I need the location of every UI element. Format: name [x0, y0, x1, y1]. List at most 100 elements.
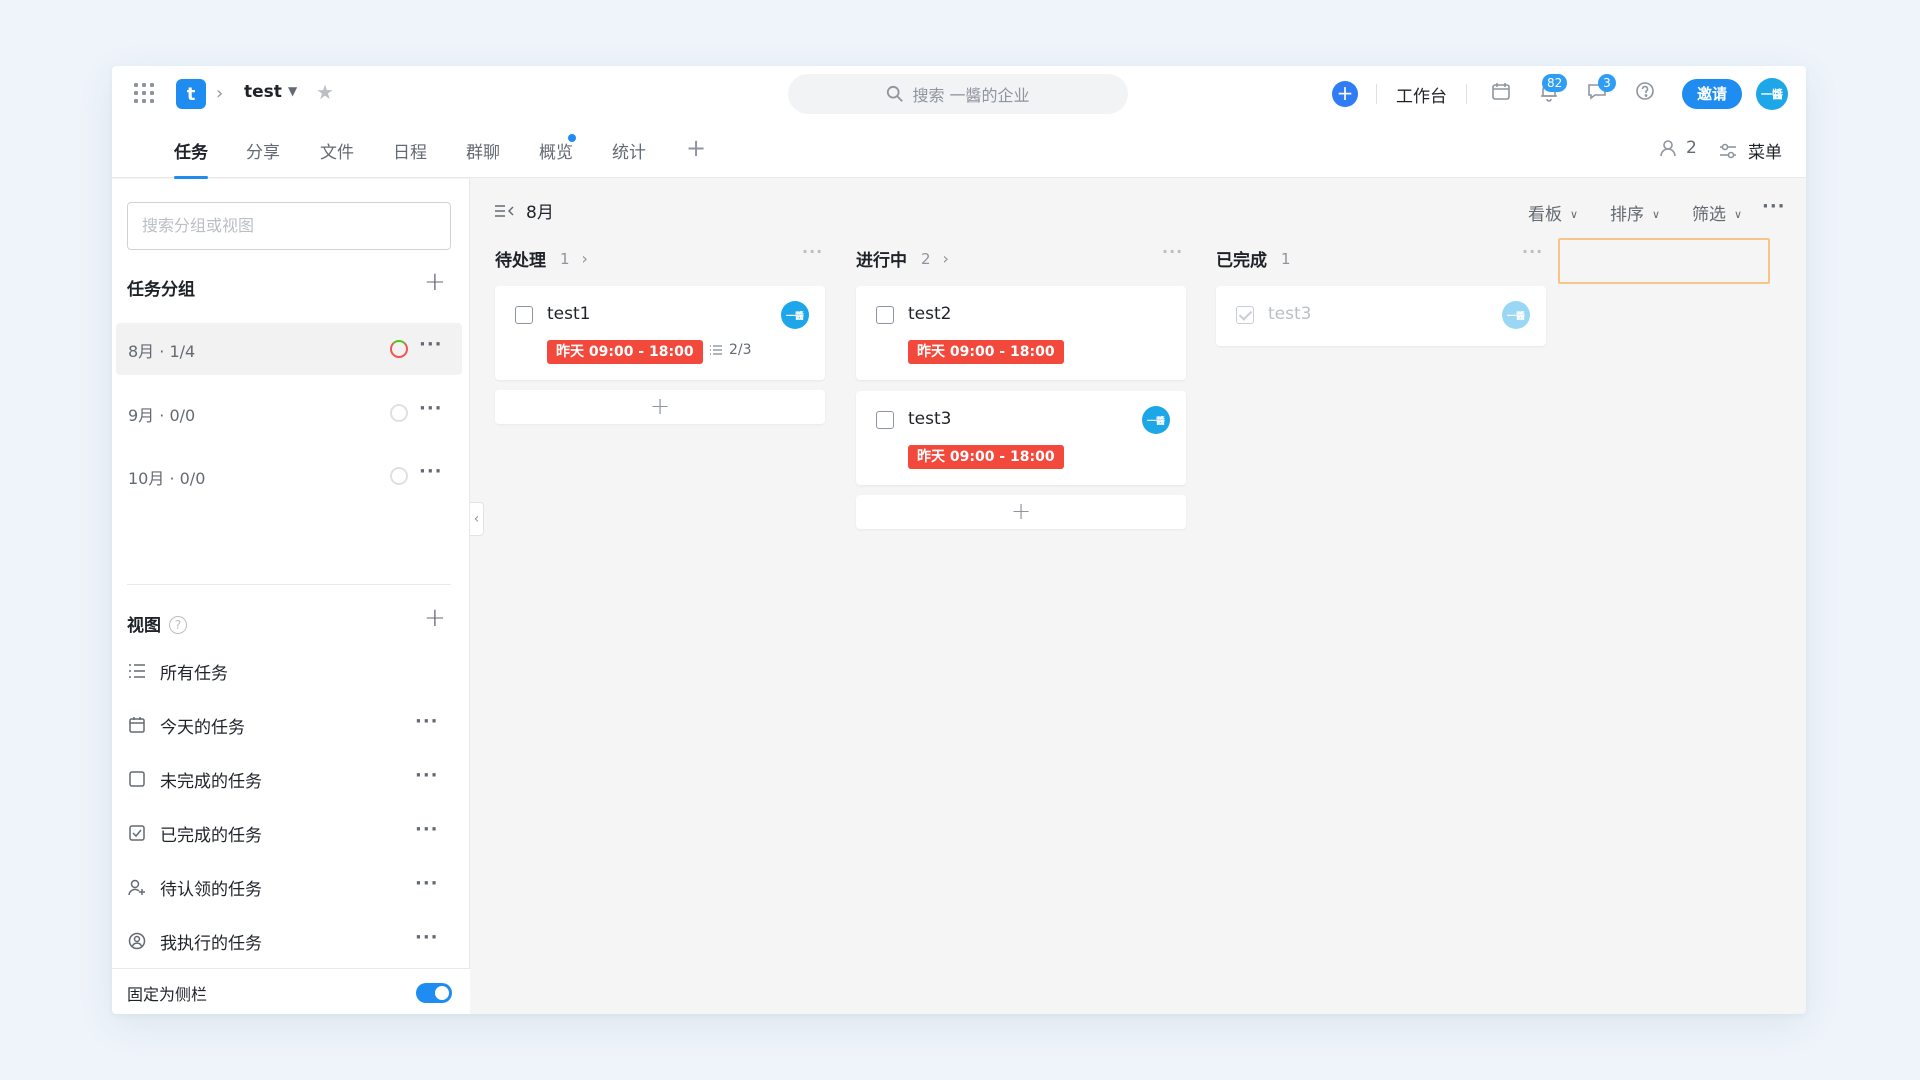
assignee-avatar[interactable]: 一醬 — [1142, 406, 1170, 434]
invite-button[interactable]: 邀请 — [1682, 79, 1742, 109]
group-search-input[interactable]: 搜索分组或视图 — [127, 202, 451, 250]
group-row-september[interactable]: 9月 · 0/0 ··· — [116, 387, 462, 439]
global-search[interactable]: 搜索 一醬的企业 — [788, 74, 1128, 114]
more-icon[interactable]: ··· — [419, 461, 443, 482]
filter-dropdown[interactable]: 筛选 ∨ — [1692, 200, 1742, 225]
view-all-tasks[interactable]: 所有任务 — [127, 655, 457, 687]
view-incomplete[interactable]: 未完成的任务 ··· — [127, 763, 457, 795]
view-label: 所有任务 — [160, 663, 228, 684]
members-button[interactable]: 2 — [1658, 138, 1697, 158]
board-group-switcher[interactable]: 8月 — [494, 198, 554, 223]
list-icon — [127, 661, 147, 681]
group-label: 10月 · 0/0 — [128, 469, 206, 488]
add-view-icon[interactable]: + — [424, 603, 446, 633]
sidebar-divider — [127, 584, 451, 585]
task-checkbox[interactable] — [876, 306, 894, 324]
sidebar: 搜索分组或视图 任务分组 + 8月 · 1/4 ··· 9月 · 0/0 ···… — [112, 179, 470, 1014]
user-avatar[interactable]: 一醬 — [1756, 78, 1788, 110]
create-button[interactable]: + — [1332, 81, 1358, 107]
task-card[interactable]: test3 一醬 昨天 09:00 - 18:00 — [856, 391, 1186, 485]
pin-sidebar-label: 固定为侧栏 — [127, 985, 208, 1004]
task-card[interactable]: test2 昨天 09:00 - 18:00 — [856, 286, 1186, 380]
column-more-icon[interactable]: ··· — [802, 242, 823, 261]
more-icon[interactable]: ··· — [419, 398, 443, 419]
project-logo[interactable]: t — [176, 79, 206, 109]
project-name[interactable]: test — [244, 82, 282, 102]
menu-button[interactable]: 菜单 — [1718, 138, 1782, 163]
task-checkbox[interactable] — [876, 411, 894, 429]
board-group-title: 8月 — [526, 203, 554, 223]
view-completed[interactable]: 已完成的任务 ··· — [127, 817, 457, 849]
pin-sidebar-bar: 固定为侧栏 — [112, 968, 470, 1014]
task-checkbox[interactable] — [515, 306, 533, 324]
column-header-done[interactable]: 已完成 1 — [1216, 246, 1291, 272]
chevron-right-icon[interactable]: › — [582, 249, 588, 268]
column-count: 2 — [921, 249, 931, 268]
chevron-right-icon[interactable]: › — [943, 249, 949, 268]
workbench-link[interactable]: 工作台 — [1396, 82, 1447, 107]
collapse-list-icon — [495, 204, 514, 217]
top-bar: t › test ▼ ★ 搜索 一醬的企业 + 工作台 82 3 邀请 一醬 — [112, 66, 1806, 122]
group-row-october[interactable]: 10月 · 0/0 ··· — [116, 450, 462, 502]
tab-schedule[interactable]: 日程 — [393, 138, 427, 163]
new-column-input[interactable] — [1558, 238, 1770, 284]
tab-files[interactable]: 文件 — [320, 138, 354, 163]
help-icon[interactable] — [1634, 80, 1660, 106]
view-unclaimed[interactable]: 待认领的任务 ··· — [127, 871, 457, 903]
add-task-button[interactable]: + — [856, 495, 1186, 529]
board-more-icon[interactable]: ··· — [1762, 196, 1786, 217]
assignee-avatar[interactable]: 一醬 — [781, 301, 809, 329]
add-tab-icon[interactable]: + — [686, 134, 706, 162]
task-card[interactable]: test1 一醬 昨天 09:00 - 18:00 2/3 — [495, 286, 825, 380]
search-placeholder: 搜索 一醬的企业 — [912, 86, 1030, 105]
filter-label: 筛选 — [1692, 205, 1726, 225]
group-label: 9月 · 0/0 — [128, 406, 196, 425]
apps-grid-icon[interactable] — [134, 83, 154, 103]
task-title: test3 — [1268, 304, 1312, 324]
calendar-icon — [127, 715, 147, 735]
calendar-icon[interactable] — [1490, 80, 1516, 106]
sort-dropdown[interactable]: 排序 ∨ — [1610, 200, 1660, 225]
messages-badge: 3 — [1598, 74, 1616, 92]
more-icon[interactable]: ··· — [415, 873, 439, 894]
caret-down-icon[interactable]: ▼ — [288, 84, 297, 98]
column-more-icon[interactable]: ··· — [1522, 242, 1543, 261]
chevron-down-icon: ∨ — [1570, 208, 1579, 221]
tab-overview[interactable]: 概览 — [539, 138, 573, 163]
divider — [1376, 84, 1377, 104]
pin-sidebar-toggle[interactable] — [416, 983, 452, 1003]
progress-ring-icon — [390, 340, 408, 358]
collapse-sidebar-handle[interactable]: ‹ — [470, 502, 484, 536]
help-icon[interactable]: ? — [169, 616, 187, 634]
add-task-button[interactable]: + — [495, 390, 825, 424]
task-checkbox-checked[interactable] — [1236, 306, 1254, 324]
divider — [1466, 84, 1467, 104]
more-icon[interactable]: ··· — [415, 819, 439, 840]
star-icon[interactable]: ★ — [316, 80, 334, 104]
progress-ring-icon — [390, 404, 408, 422]
tab-share[interactable]: 分享 — [246, 138, 280, 163]
more-icon[interactable]: ··· — [415, 711, 439, 732]
assignee-avatar[interactable]: 一醬 — [1502, 301, 1530, 329]
due-date-tag: 昨天 09:00 - 18:00 — [908, 340, 1064, 364]
more-icon[interactable]: ··· — [415, 927, 439, 948]
more-icon[interactable]: ··· — [415, 765, 439, 786]
column-header-in-progress[interactable]: 进行中 2 › — [856, 246, 949, 271]
more-icon[interactable]: ··· — [419, 334, 443, 355]
view-mode-dropdown[interactable]: 看板 ∨ — [1528, 200, 1578, 225]
group-row-august[interactable]: 8月 · 1/4 ··· — [116, 323, 462, 375]
group-label: 8月 · 1/4 — [128, 342, 196, 361]
task-card[interactable]: test3 一醬 — [1216, 286, 1546, 346]
view-today[interactable]: 今天的任务 ··· — [127, 709, 457, 741]
tab-stats[interactable]: 统计 — [612, 138, 646, 163]
task-title: test2 — [908, 304, 952, 324]
tab-tasks[interactable]: 任务 — [174, 138, 208, 179]
tab-group-chat[interactable]: 群聊 — [466, 138, 500, 163]
settings-sliders-icon — [1720, 143, 1736, 158]
column-header-todo[interactable]: 待处理 1 › — [495, 246, 588, 271]
view-label: 已完成的任务 — [160, 825, 262, 846]
view-my-tasks[interactable]: 我执行的任务 ··· — [127, 925, 457, 957]
board-header: 8月 看板 ∨ 排序 ∨ 筛选 ∨ ··· — [494, 194, 1786, 225]
add-group-icon[interactable]: + — [424, 267, 446, 297]
column-more-icon[interactable]: ··· — [1162, 242, 1183, 261]
